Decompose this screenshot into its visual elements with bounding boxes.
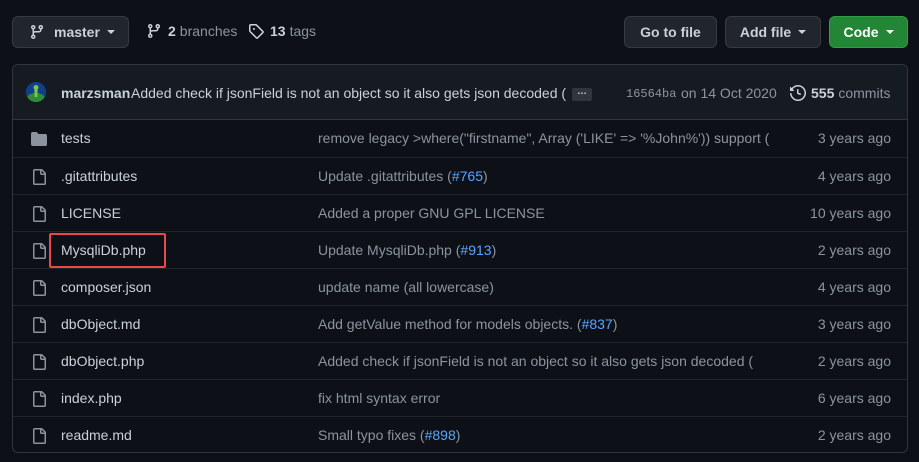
file-commit-text: Added check if jsonField is not an objec… bbox=[318, 353, 754, 369]
repo-toolbar: master 2 branches 13 tags Go to file Add… bbox=[0, 0, 919, 64]
file-commit-message[interactable]: fix html syntax error bbox=[318, 390, 440, 406]
file-name-link[interactable]: MysqliDb.php bbox=[61, 242, 146, 258]
file-icon bbox=[31, 428, 47, 444]
commit-author[interactable]: marzsman bbox=[61, 85, 130, 101]
file-commit-suffix: ) bbox=[612, 316, 618, 332]
file-commit-text: Update .gitattributes ( bbox=[318, 168, 452, 184]
file-icon bbox=[31, 280, 47, 296]
file-row[interactable]: dbObject.md Add getValue method for model… bbox=[13, 305, 907, 342]
tags-link[interactable]: 13 tags bbox=[248, 23, 316, 39]
branches-link[interactable]: 2 branches bbox=[146, 23, 237, 39]
file-list: tests remove legacy >where("firstname", A… bbox=[13, 120, 907, 452]
file-age: 3 years ago bbox=[817, 316, 891, 332]
file-age: 2 years ago bbox=[817, 353, 891, 369]
git-branch-icon bbox=[30, 25, 43, 40]
pull-request-link[interactable]: #913 bbox=[460, 242, 491, 258]
chevron-down-icon bbox=[106, 30, 115, 34]
pull-request-link[interactable]: #765 bbox=[452, 168, 483, 184]
file-name-link[interactable]: composer.json bbox=[61, 279, 151, 295]
file-commit-text: Added a proper GNU GPL LICENSE bbox=[318, 205, 545, 221]
file-age: 4 years ago bbox=[817, 279, 891, 295]
file-commit-suffix: ) bbox=[483, 168, 488, 184]
branch-name: master bbox=[54, 24, 100, 40]
file-commit-text: remove legacy >where("firstname", Array … bbox=[318, 130, 770, 146]
file-row[interactable]: readme.md Small typo fixes (#898) 2 years … bbox=[13, 416, 907, 452]
file-commit-message[interactable]: Small typo fixes (#898) bbox=[318, 427, 460, 443]
commit-count-label: commits bbox=[838, 85, 891, 101]
file-commit-text: Add getValue method for models objects. … bbox=[318, 316, 582, 332]
file-commit-suffix: ) bbox=[491, 242, 497, 258]
branches-label: branches bbox=[179, 23, 238, 39]
file-commit-message[interactable]: Added a proper GNU GPL LICENSE bbox=[318, 205, 545, 221]
file-row[interactable]: index.php fix html syntax error 6 years ag… bbox=[13, 379, 907, 416]
file-commit-message[interactable]: Update .gitattributes (#765) bbox=[318, 168, 488, 184]
file-commit-message[interactable]: remove legacy >where("firstname", Array … bbox=[318, 130, 769, 146]
expand-commit-button[interactable]: … bbox=[572, 87, 592, 101]
file-row[interactable]: LICENSE Added a proper GNU GPL LICENSE 10 … bbox=[13, 194, 907, 231]
chevron-down-icon bbox=[885, 30, 894, 34]
pull-request-link[interactable]: #898 bbox=[425, 427, 456, 443]
file-age: 2 years ago bbox=[817, 242, 891, 258]
tags-count: 13 bbox=[270, 23, 286, 39]
file-name-link[interactable]: index.php bbox=[61, 390, 122, 406]
commit-message[interactable]: Added check if jsonField is not an objec… bbox=[131, 85, 566, 101]
file-icon bbox=[31, 354, 47, 370]
pull-request-link[interactable]: #837 bbox=[582, 316, 613, 332]
file-commit-message[interactable]: update name (all lowercase) bbox=[318, 279, 494, 295]
file-commit-text: fix html syntax error bbox=[318, 390, 441, 406]
file-commit-suffix: ) bbox=[455, 427, 461, 443]
file-icon bbox=[31, 317, 47, 333]
file-name-link[interactable]: LICENSE bbox=[61, 205, 121, 221]
go-to-file-button[interactable]: Go to file bbox=[624, 16, 717, 48]
file-icon bbox=[31, 243, 47, 259]
file-name-link[interactable]: dbObject.md bbox=[61, 316, 140, 332]
file-name-link[interactable]: dbObject.php bbox=[61, 353, 144, 369]
file-name-link[interactable]: tests bbox=[61, 130, 91, 146]
tag-icon bbox=[249, 24, 264, 39]
file-age: 3 years ago bbox=[817, 130, 891, 146]
file-commit-text: update name (all lowercase) bbox=[318, 279, 494, 295]
chevron-down-icon bbox=[798, 30, 807, 34]
add-file-label: Add file bbox=[739, 24, 792, 40]
file-age: 4 years ago bbox=[817, 168, 891, 184]
branches-count: 2 bbox=[168, 23, 176, 39]
file-commit-text: Update MysqliDb.php ( bbox=[318, 242, 461, 258]
file-name-link[interactable]: readme.md bbox=[61, 427, 132, 443]
code-label: Code bbox=[843, 24, 879, 40]
folder-icon bbox=[31, 131, 47, 147]
branch-select-button[interactable]: master bbox=[12, 16, 129, 48]
file-row[interactable]: tests remove legacy >where("firstname", A… bbox=[13, 120, 907, 157]
file-row[interactable]: composer.json update name (all lowercase)… bbox=[13, 268, 907, 305]
file-row[interactable]: dbObject.php Added check if jsonField is … bbox=[13, 342, 907, 379]
file-browser: marzsman Added check if jsonField is not… bbox=[12, 64, 908, 453]
commit-sha[interactable]: 16564ba bbox=[626, 87, 676, 101]
go-to-file-label: Go to file bbox=[640, 24, 701, 40]
latest-commit-bar: marzsman Added check if jsonField is not… bbox=[13, 65, 907, 120]
commits-link[interactable]: 555 commits bbox=[790, 85, 890, 101]
file-icon bbox=[31, 391, 47, 407]
file-row[interactable]: .gitattributes Update .gitattributes (#76… bbox=[13, 157, 907, 194]
file-icon bbox=[31, 206, 47, 222]
avatar[interactable] bbox=[26, 82, 46, 102]
file-age: 6 years ago bbox=[817, 390, 891, 406]
file-age: 2 years ago bbox=[817, 427, 891, 443]
history-icon bbox=[790, 85, 806, 101]
commit-date: on 14 Oct 2020 bbox=[681, 85, 777, 101]
avatar-image bbox=[26, 82, 46, 102]
tags-label: tags bbox=[289, 23, 317, 39]
git-branch-icon bbox=[147, 24, 160, 39]
file-commit-text: Small typo fixes ( bbox=[318, 427, 425, 443]
file-commit-message[interactable]: Add getValue method for models objects. … bbox=[318, 316, 617, 332]
file-row[interactable]: MysqliDb.php Update MysqliDb.php (#913) 2 … bbox=[13, 231, 907, 268]
file-commit-message[interactable]: Update MysqliDb.php (#913) bbox=[318, 242, 496, 258]
file-commit-message[interactable]: Added check if jsonField is not an objec… bbox=[318, 353, 753, 369]
file-age: 10 years ago bbox=[810, 205, 891, 221]
add-file-button[interactable]: Add file bbox=[725, 16, 821, 48]
commit-count: 555 bbox=[811, 85, 835, 101]
file-name-link[interactable]: .gitattributes bbox=[61, 168, 137, 184]
file-icon bbox=[31, 169, 47, 185]
code-button[interactable]: Code bbox=[829, 16, 908, 48]
